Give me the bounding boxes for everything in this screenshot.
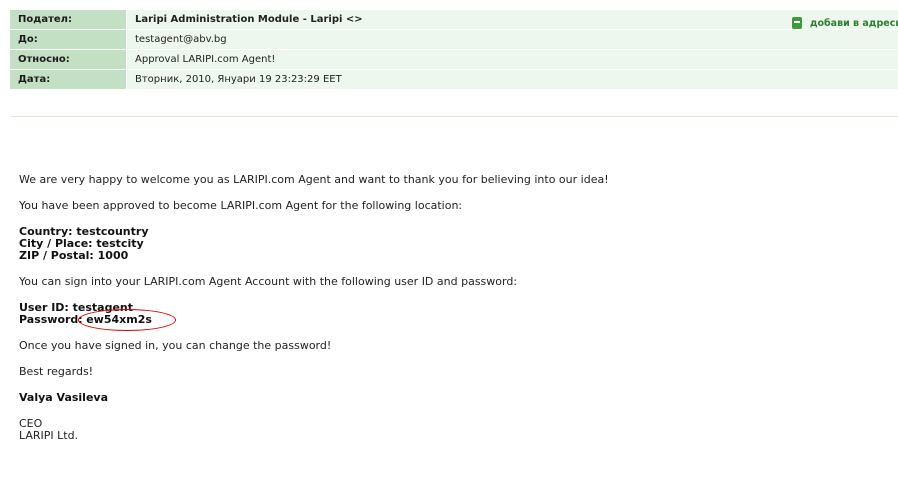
address-book-icon [791,17,802,29]
location-block: Country: testcountry City / Place: testc… [19,226,889,262]
change-password-paragraph: Once you have signed in, you can change … [19,339,332,352]
header-divider [10,116,898,117]
signer-name: Valya Vasileva [19,391,109,404]
from-label: Подател: [10,10,127,30]
date-value: Вторник, 2010, Януари 19 23:23:29 EET [126,69,898,90]
signature-block: CEO LARIPI Ltd. [19,418,889,442]
zip-line: ZIP / Postal: 1000 [19,249,129,262]
password-label: Password: [19,313,83,326]
message-body: We are very happy to welcome you as LARI… [19,174,889,456]
signer-company: LARIPI Ltd. [19,429,79,442]
add-to-contacts-link[interactable]: добави в адреси [791,17,898,29]
subject-value: Approval LARIPI.com Agent! [126,49,898,70]
welcome-paragraph: We are very happy to welcome you as LARI… [19,173,609,186]
password-value: ew54xm2s [86,313,152,326]
regards-paragraph: Best regards! [19,365,94,378]
credentials-block: User ID: testagent Password: ew54xm2s [19,302,889,331]
header-row-date: Дата: Вторник, 2010, Януари 19 23:23:29 … [10,69,898,90]
header-row-to: До: testagent@abv.bg [10,29,898,50]
approved-paragraph: You have been approved to become LARIPI.… [19,199,463,212]
password-highlight: ew54xm2s [78,309,177,331]
add-to-contacts-label: добави в адреси [809,17,898,29]
to-value: testagent@abv.bg [126,29,898,50]
date-label: Дата: [10,69,127,90]
header-row-from: Подател: Laripi Administration Module - … [10,10,898,30]
email-header-table: Подател: Laripi Administration Module - … [10,10,898,90]
subject-label: Относно: [10,49,127,70]
signer-name-paragraph: Valya Vasileva [19,392,889,404]
to-label: До: [10,29,127,50]
from-value: Laripi Administration Module - Laripi <> [135,14,363,25]
from-value-cell: Laripi Administration Module - Laripi <>… [126,10,898,30]
sign-in-paragraph: You can sign into your LARIPI.com Agent … [19,275,518,288]
header-row-subject: Относно: Approval LARIPI.com Agent! [10,49,898,70]
